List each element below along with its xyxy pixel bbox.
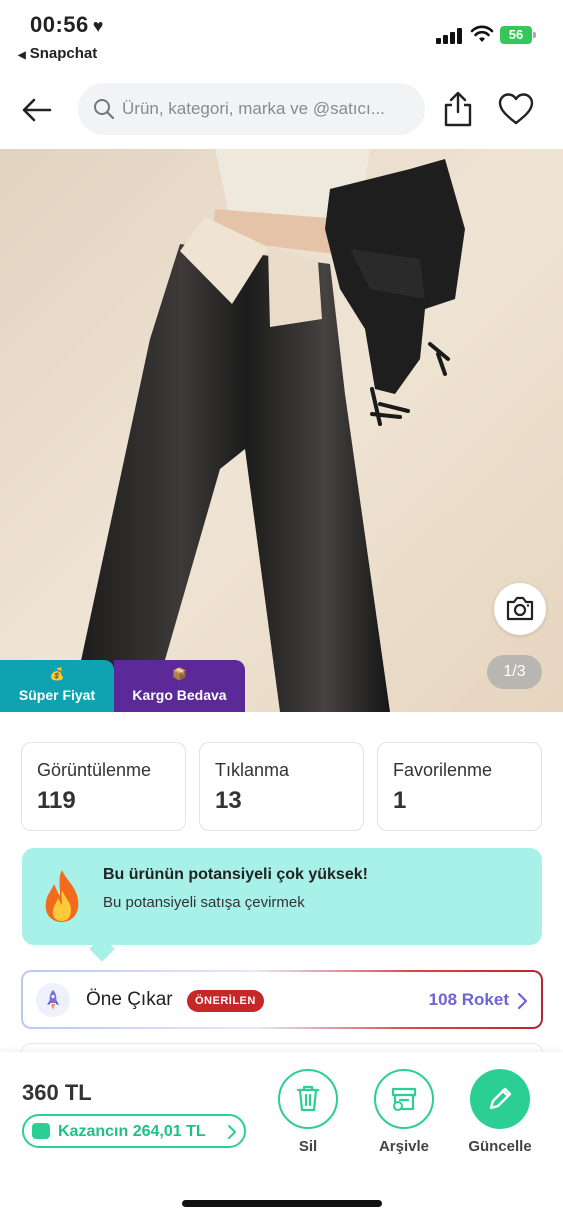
battery-icon: 56 <box>500 26 536 44</box>
super-fiyat-label: Süper Fiyat <box>18 687 96 703</box>
back-triangle-icon: ◀ <box>18 50 26 61</box>
product-photo-leather-trousers <box>0 149 563 712</box>
delete-button[interactable] <box>278 1069 338 1129</box>
stat-value: 13 <box>215 787 242 814</box>
search-input[interactable] <box>122 83 412 135</box>
image-counter: 1/3 <box>487 655 542 689</box>
kargo-bedava-label: Kargo Bedava <box>132 687 227 703</box>
update-button[interactable] <box>470 1069 530 1129</box>
stat-card-favorites: Favorilenme 1 <box>377 742 542 831</box>
wifi-icon <box>470 25 494 42</box>
status-bar: 00:56 ♥ ◀ Snapchat 56 <box>0 0 563 72</box>
home-indicator[interactable] <box>182 1200 382 1207</box>
camera-icon <box>506 596 534 621</box>
search-icon <box>94 99 115 120</box>
roket-count: 108 Roket <box>428 990 509 1009</box>
heart-icon[interactable] <box>497 92 535 126</box>
share-icon[interactable] <box>440 90 476 128</box>
back-to-app-link[interactable]: ◀ Snapchat <box>18 45 97 62</box>
product-image-carousel[interactable]: 1/3 💰 Süper Fiyat 📦 Kargo Bedava <box>0 149 563 712</box>
delete-label: Sil <box>298 1138 318 1155</box>
kargo-bedava-badge: 📦 Kargo Bedava <box>114 660 245 712</box>
one-cikar-label: Öne Çıkar <box>86 989 173 1010</box>
chevron-right-icon <box>228 1125 236 1139</box>
stat-card-clicks: Tıklanma 13 <box>199 742 364 831</box>
stat-label: Tıklanma <box>215 760 290 780</box>
fire-icon <box>45 870 79 922</box>
archive-label: Arşivle <box>378 1138 430 1155</box>
chevron-right-icon <box>517 992 528 1010</box>
super-fiyat-badge: 💰 Süper Fiyat <box>0 660 114 712</box>
pencil-icon <box>489 1087 512 1110</box>
search-bar[interactable] <box>78 83 425 135</box>
clock-text: 00:56 <box>30 12 89 37</box>
stat-value: 119 <box>37 787 76 814</box>
product-detail-page: 00:56 ♥ ◀ Snapchat 56 Ürün, kategori, ma… <box>0 0 563 1219</box>
archive-icon <box>391 1087 417 1111</box>
visual-search-button[interactable] <box>494 583 546 635</box>
stat-card-views: Görüntülenme 119 <box>21 742 186 831</box>
back-app-label: Snapchat <box>29 45 98 62</box>
stat-label: Favorilenme <box>393 760 493 780</box>
package-icon: 📦 <box>172 667 187 681</box>
one-cikar-row[interactable]: Öne Çıkar ÖNERİLEN 108 Roket <box>21 970 543 1029</box>
cellular-signal-icon <box>436 28 462 44</box>
recommended-badge: ÖNERİLEN <box>187 990 264 1012</box>
money-bag-icon: 💰 <box>49 667 65 681</box>
back-arrow-icon[interactable] <box>20 93 54 127</box>
archive-button[interactable] <box>374 1069 434 1129</box>
earning-label: Kazancın 264,01 TL <box>58 1123 206 1140</box>
status-time: 00:56 ♥ <box>30 12 104 38</box>
battery-level: 56 <box>500 26 532 44</box>
product-price: 360 TL <box>22 1080 92 1105</box>
heart-status-icon: ♥ <box>92 16 104 36</box>
bottom-action-bar: 360 TL Kazancın 264,01 TL Sil Arşivle Gü… <box>0 1052 563 1219</box>
stat-label: Görüntülenme <box>37 760 152 780</box>
earning-pill[interactable]: Kazancın 264,01 TL <box>22 1114 246 1148</box>
wallet-icon <box>32 1123 50 1139</box>
promo-title: Bu ürünün potansiyeli çok yüksek! <box>103 866 368 883</box>
stat-value: 1 <box>393 787 407 814</box>
promo-subtitle: Bu potansiyeli satışa çevirmek <box>103 894 305 911</box>
rocket-icon <box>36 983 70 1017</box>
update-label: Güncelle <box>468 1138 532 1155</box>
top-navigation <box>0 80 563 140</box>
trash-icon <box>296 1085 320 1112</box>
